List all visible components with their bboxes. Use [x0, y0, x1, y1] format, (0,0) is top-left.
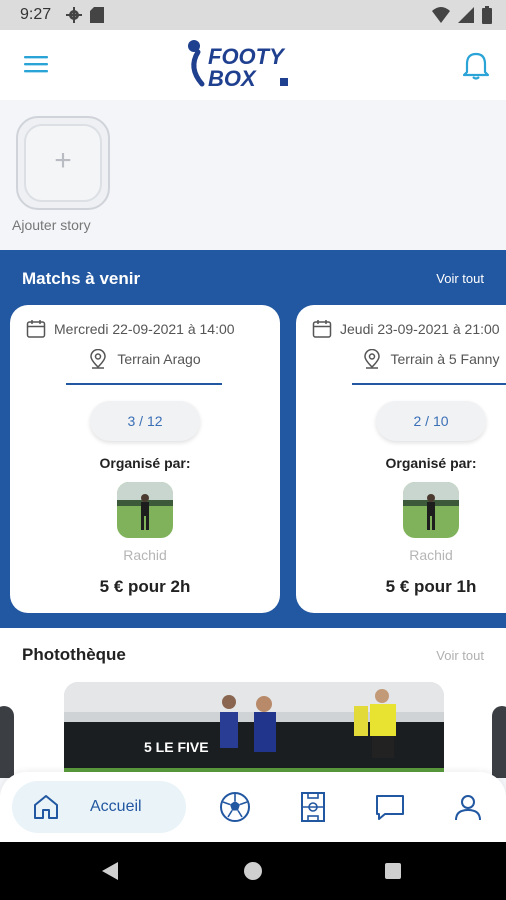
sd-card-icon [90, 7, 104, 23]
see-all-matches-link[interactable]: Voir tout [436, 271, 484, 286]
photo-thumbnail[interactable]: 5 LE FIVE [64, 682, 444, 778]
match-date: Mercredi 22-09-2021 à 14:00 [54, 321, 235, 337]
section-title: Matchs à venir [22, 269, 141, 288]
logo-text-bottom: BOX [208, 66, 257, 91]
photo-thumbnail-next[interactable] [492, 706, 506, 778]
card-divider [352, 383, 506, 385]
recent-apps-icon[interactable] [384, 862, 402, 880]
match-price: 5 € pour 1h [385, 577, 477, 596]
add-story-button[interactable]: + [16, 116, 110, 210]
match-card[interactable]: Jeudi 23-09-2021 à 21:00 Terrain à 5 Fan… [296, 305, 506, 613]
match-price: 5 € pour 2h [99, 577, 191, 596]
organizer-name: Rachid [409, 547, 453, 563]
football-icon[interactable] [219, 791, 251, 823]
add-story-inner: + [24, 124, 102, 202]
system-navigation-bar [0, 842, 506, 900]
stories-section: + Ajouter story [0, 100, 506, 250]
see-all-photos-link[interactable]: Voir tout [436, 648, 484, 663]
photo-library-section: Photothèque Voir tout 5 LE FIVE [0, 628, 506, 778]
match-date-row: Jeudi 23-09-2021 à 21:00 [312, 319, 500, 339]
location-pin-icon [363, 349, 380, 369]
battery-icon [482, 6, 492, 24]
match-date: Jeudi 23-09-2021 à 21:00 [340, 321, 500, 337]
organizer-avatar [403, 482, 459, 538]
chat-icon[interactable] [374, 791, 406, 823]
status-bar: 9:27 [0, 0, 506, 30]
match-field: Terrain à 5 Fanny [390, 351, 500, 367]
signal-icon [458, 7, 474, 23]
section-title: Photothèque [22, 645, 126, 664]
match-field-row: Terrain Arago [10, 349, 280, 369]
add-story-label: Ajouter story [12, 217, 91, 233]
organizer-avatar [117, 482, 173, 538]
menu-icon[interactable] [24, 54, 48, 74]
calendar-icon [26, 320, 46, 338]
organized-by-label: Organisé par: [385, 455, 477, 471]
plus-icon: + [54, 144, 72, 177]
calendar-icon [312, 320, 332, 338]
wifi-icon [432, 7, 450, 23]
profile-icon[interactable] [452, 791, 484, 823]
bottom-navigation: Accueil [0, 772, 506, 842]
players-count-badge: 3 / 12 [90, 401, 200, 441]
back-icon[interactable] [100, 861, 120, 881]
location-pin-icon [90, 349, 107, 369]
app-header: FOOTY BOX [0, 30, 506, 100]
nav-home-button[interactable]: Accueil [12, 781, 186, 833]
match-date-row: Mercredi 22-09-2021 à 14:00 [26, 319, 235, 339]
card-divider [66, 383, 222, 385]
match-field-row: Terrain à 5 Fanny [296, 349, 506, 369]
home-circle-icon[interactable] [243, 861, 263, 881]
notification-bell-icon[interactable] [462, 50, 490, 80]
match-card[interactable]: Mercredi 22-09-2021 à 14:00 Terrain Arag… [10, 305, 280, 613]
organized-by-label: Organisé par: [99, 455, 191, 471]
status-time: 9:27 [20, 6, 52, 23]
home-icon [34, 795, 58, 819]
photo-thumbnail-prev[interactable] [0, 706, 14, 778]
upcoming-matches-section: Matchs à venir Voir tout Mercredi 22-09-… [0, 250, 506, 628]
players-count-badge: 2 / 10 [376, 401, 486, 441]
nav-home-label: Accueil [90, 798, 142, 815]
organizer-name: Rachid [123, 547, 167, 563]
photo-banner-text: 5 LE FIVE [144, 739, 209, 755]
football-pitch-icon[interactable] [297, 791, 329, 823]
settings-icon [66, 7, 82, 23]
match-field: Terrain Arago [117, 351, 201, 367]
footybox-logo: FOOTY BOX [188, 40, 288, 91]
